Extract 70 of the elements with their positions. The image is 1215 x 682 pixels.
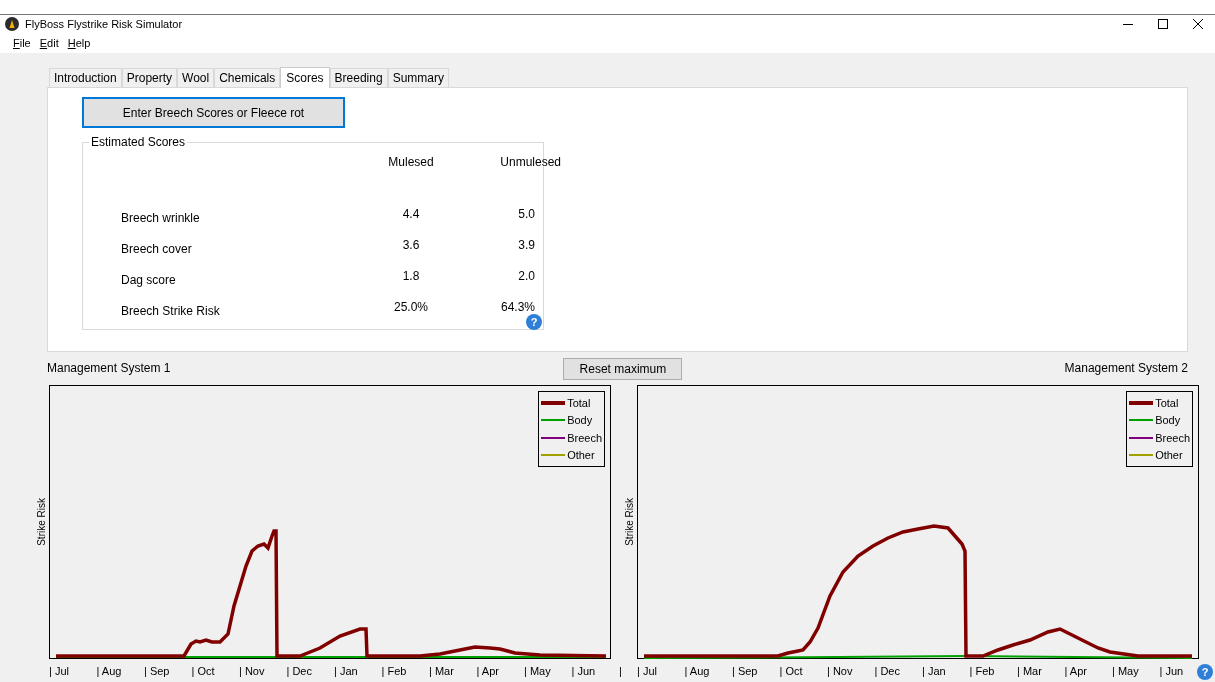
group-title: Estimated Scores xyxy=(89,135,188,149)
help-button[interactable]: ? xyxy=(1197,664,1213,680)
legend-label: Breech xyxy=(1155,431,1190,444)
legend-label: Body xyxy=(567,414,593,427)
close-icon[interactable] xyxy=(1193,19,1203,29)
menu-item[interactable]: Edit xyxy=(39,37,59,49)
menu-item[interactable]: File xyxy=(13,37,31,49)
score-value: 25.0% xyxy=(394,299,428,315)
tab[interactable]: Chemicals xyxy=(214,68,281,87)
tab[interactable]: Introduction xyxy=(49,68,122,87)
axis-tick-label: | Dec xyxy=(874,665,901,677)
axis-tick-label: | Mar xyxy=(1017,665,1043,677)
app-logo-icon xyxy=(5,17,19,31)
axis-tick-label: | Sep xyxy=(732,665,759,677)
tab[interactable]: Property xyxy=(121,68,178,87)
help-button[interactable]: ? xyxy=(526,314,542,330)
axis-tick-label: | Jul xyxy=(637,665,658,677)
axis-tick-label: | Mar xyxy=(429,665,455,677)
axis-tick-label: | Jun xyxy=(571,665,597,677)
axis-label: Strike Risk xyxy=(36,498,48,546)
row-label: Breech Strike Risk xyxy=(121,303,221,320)
row-label: Dag score xyxy=(121,272,177,289)
maximize-icon[interactable] xyxy=(1158,19,1168,29)
axis-tick-label: | Feb xyxy=(381,665,408,677)
legend-label: Other xyxy=(1155,449,1183,462)
legend-label: Breech xyxy=(567,431,602,444)
column-header: Unmulesed xyxy=(499,155,561,171)
score-value: 3.9 xyxy=(518,237,535,253)
axis-tick-label: | Nov xyxy=(239,665,266,677)
axis-tick-label: | xyxy=(619,665,622,677)
axis-tick-label: | Dec xyxy=(286,665,313,677)
axis-tick-label: | Jun xyxy=(1159,665,1184,677)
axis-tick-label: | Jul xyxy=(49,665,70,677)
score-value: 64.3% xyxy=(500,299,535,315)
score-value: 1.8 xyxy=(402,268,420,284)
axis-tick-label: | Apr xyxy=(476,665,500,677)
chart-title: Management System 1 xyxy=(47,361,171,375)
axis-tick-label: | Nov xyxy=(827,665,854,677)
axis-tick-label: | Jan xyxy=(334,665,359,677)
enter-scores-button[interactable]: Enter Breech Scores or Fleece rot xyxy=(82,97,345,128)
score-value: 3.6 xyxy=(402,237,420,253)
axis-tick-label: | Apr xyxy=(1064,665,1088,677)
axis-tick-label: | Sep xyxy=(144,665,171,677)
axis-tick-label: | Feb xyxy=(969,665,996,677)
chart-title: Management System 2 xyxy=(1064,361,1188,375)
score-value: 2.0 xyxy=(518,268,535,284)
column-header: Mulesed xyxy=(387,155,435,171)
axis-tick-label: | Oct xyxy=(779,665,804,677)
legend-label: Other xyxy=(567,449,595,462)
score-value: 4.4 xyxy=(402,206,420,222)
menu-item[interactable]: Help xyxy=(67,37,91,49)
row-label: Breech wrinkle xyxy=(121,210,201,227)
axis-tick-label: | Aug xyxy=(96,665,123,677)
axis-tick-label: | Aug xyxy=(684,665,711,677)
axis-label: Strike Risk xyxy=(624,498,636,546)
legend-label: Total xyxy=(1155,396,1179,409)
axis-tick-label: | May xyxy=(524,665,552,677)
score-value: 5.0 xyxy=(518,206,535,222)
reset-maximum-button[interactable]: Reset maximum xyxy=(563,358,683,380)
tab[interactable]: Scores xyxy=(280,67,330,88)
legend-label: Body xyxy=(1155,414,1181,427)
window-title: FlyBoss Flystrike Risk Simulator xyxy=(25,18,183,30)
tab[interactable]: Breeding xyxy=(329,68,388,87)
tab[interactable]: Summary xyxy=(387,68,449,87)
tab[interactable]: Wool xyxy=(177,68,215,87)
axis-tick-label: | Oct xyxy=(191,665,216,677)
legend-label: Total xyxy=(567,396,591,409)
axis-tick-label: | May xyxy=(1112,665,1140,677)
axis-tick-label: | Jan xyxy=(922,665,947,677)
row-label: Breech cover xyxy=(121,241,193,258)
